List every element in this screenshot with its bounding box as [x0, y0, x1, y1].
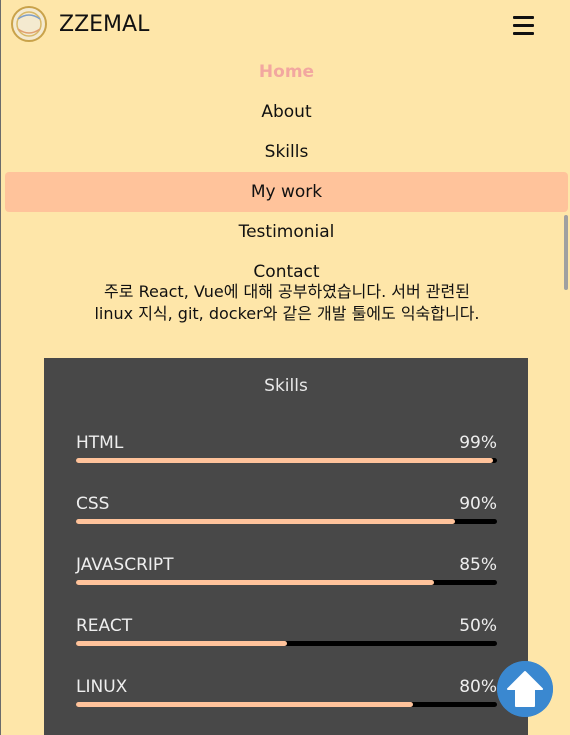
skill-row: LINUX 80% [76, 675, 497, 715]
skill-bar-track [76, 580, 497, 585]
skill-bar-fill [76, 580, 434, 585]
skill-name: HTML [76, 433, 124, 453]
nav-item-contact[interactable]: Contact [5, 252, 568, 292]
nav-item-about[interactable]: About [5, 92, 568, 132]
skill-bar-fill [76, 458, 493, 463]
skill-name: CSS [76, 494, 110, 514]
skill-bar-fill [76, 702, 413, 707]
logo-icon[interactable] [10, 5, 48, 43]
skill-bar-fill [76, 641, 287, 646]
skill-bar-track [76, 702, 497, 707]
skill-row: CSS 90% [76, 492, 497, 532]
skill-percent: 80% [459, 677, 497, 697]
skill-name: JAVASCRIPT [76, 555, 174, 575]
skill-name: LINUX [76, 677, 128, 697]
skill-percent: 85% [459, 555, 497, 575]
skills-panel: Skills HTML 99% CSS 90% JAVASCRIPT 85% R… [44, 358, 528, 735]
skills-title: Skills [264, 376, 308, 396]
header: ZZEMAL [0, 0, 570, 50]
skill-row: HTML 99% [76, 431, 497, 471]
scrollbar[interactable] [564, 215, 568, 290]
arrow-up-icon[interactable] [497, 661, 553, 717]
skill-bar-track [76, 641, 497, 646]
skill-percent: 50% [459, 616, 497, 636]
skill-row: REACT 50% [76, 614, 497, 654]
brand-name[interactable]: ZZEMAL [59, 11, 149, 39]
nav-item-home[interactable]: Home [5, 52, 568, 92]
nav-menu: Home About Skills My work Testimonial Co… [0, 52, 570, 292]
skill-bar-fill [76, 519, 455, 524]
skill-percent: 90% [459, 494, 497, 514]
skill-bar-track [76, 458, 497, 463]
hamburger-menu-icon[interactable] [513, 16, 534, 35]
nav-item-skills[interactable]: Skills [5, 132, 568, 172]
nav-item-my-work[interactable]: My work [5, 172, 568, 212]
skill-row: JAVASCRIPT 85% [76, 553, 497, 593]
nav-item-testimonial[interactable]: Testimonial [5, 212, 568, 252]
intro-text-line: linux 지식, git, docker와 같은 개발 툴에도 익숙합니다. [94, 304, 480, 323]
skill-name: REACT [76, 616, 133, 636]
skill-percent: 99% [459, 433, 497, 453]
skill-bar-track [76, 519, 497, 524]
